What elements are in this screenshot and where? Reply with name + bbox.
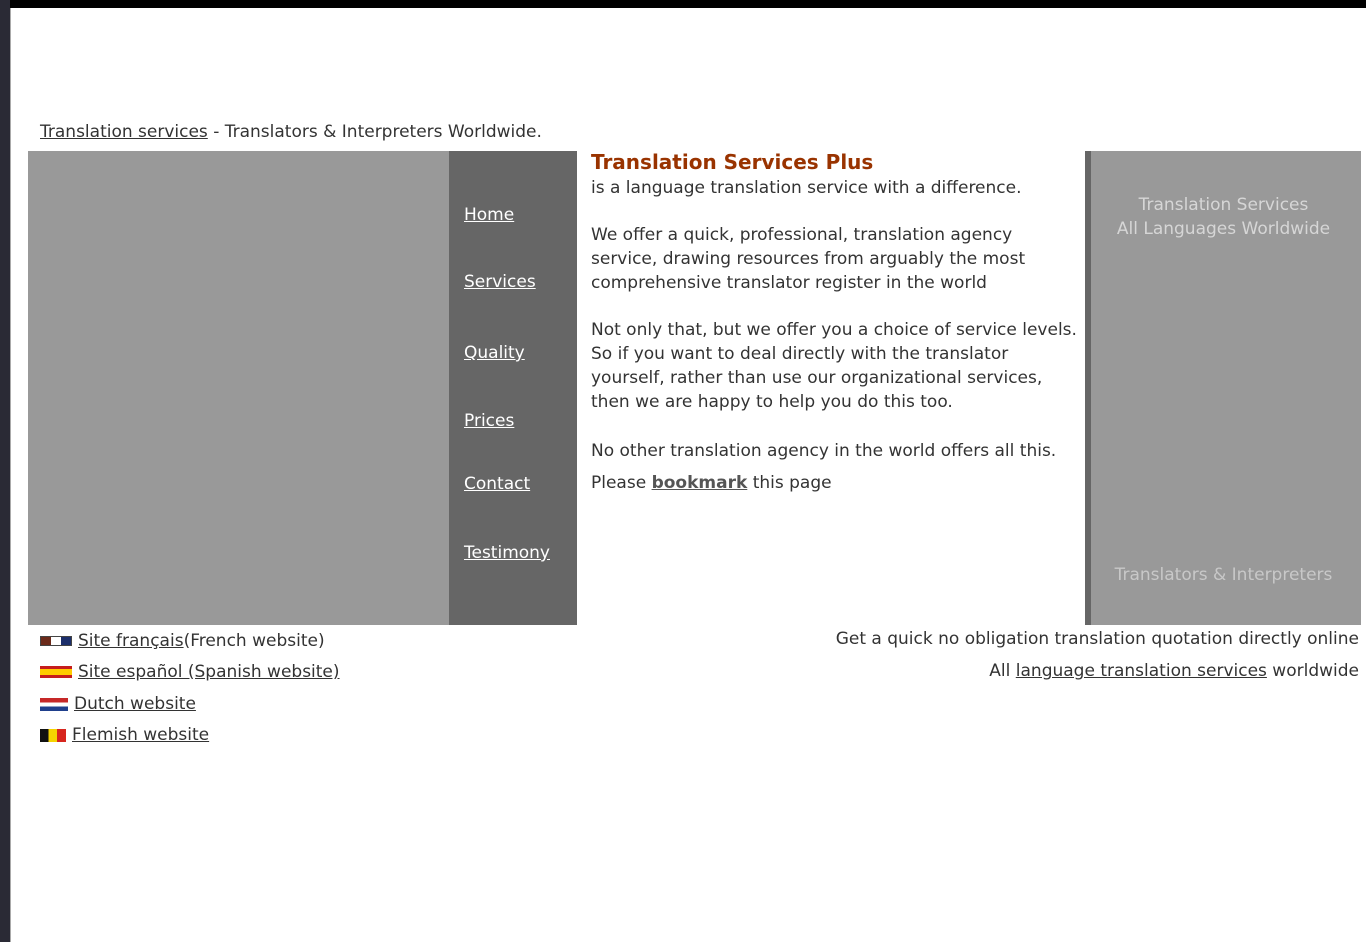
language-item-flemish: Flemish website (40, 725, 209, 745)
flag-netherlands-icon (40, 697, 68, 711)
left-banner-panel (28, 151, 449, 625)
tagline-text: - Translators & Interpreters Worldwide. (207, 122, 542, 142)
flag-belgium-icon (40, 728, 66, 742)
side-panel-heading: Translation Services All Languages World… (1091, 193, 1356, 241)
nav-services[interactable]: Services (464, 272, 536, 292)
side-panel-bottom: Translators & Interpreters (1114, 565, 1333, 585)
window-top-border (0, 0, 1366, 8)
intro-text: is a language translation service with a… (591, 178, 1022, 198)
bookmark-link[interactable]: bookmark (652, 473, 748, 493)
language-item-french: Site français (French website) (40, 631, 325, 651)
bookmark-pre: Please (591, 473, 652, 493)
window-left-border (0, 0, 11, 942)
page-title: Translation Services Plus (591, 150, 874, 174)
translation-services-link[interactable]: Translation services (40, 122, 208, 142)
quotation-text: Get a quick no obligation translation qu… (835, 629, 1359, 649)
dutch-site-link[interactable]: Dutch website (74, 694, 196, 714)
language-item-spanish: Site español (Spanish website) (40, 662, 340, 682)
flag-france-icon (40, 636, 72, 646)
spanish-site-link[interactable]: Site español (Spanish website) (78, 662, 340, 682)
flag-spain-icon (40, 666, 72, 678)
services-pre: All (989, 661, 1016, 681)
right-side-panel: Translation Services All Languages World… (1091, 151, 1361, 625)
bookmark-post: this page (747, 473, 832, 493)
nav-home[interactable]: Home (464, 205, 514, 225)
french-site-link[interactable]: Site français (78, 631, 184, 651)
french-note: (French website) (183, 631, 325, 651)
side-panel-line2: All Languages Worldwide (1116, 219, 1331, 239)
main-nav: Home Services Quality Prices Contact Tes… (449, 151, 577, 625)
nav-testimony[interactable]: Testimony (464, 543, 550, 563)
header-tagline: Translation services - Translators & Int… (40, 122, 542, 142)
language-item-dutch: Dutch website (40, 694, 196, 714)
side-panel-line1: Translation Services (1138, 195, 1309, 215)
nav-contact[interactable]: Contact (464, 474, 530, 494)
flemish-site-link[interactable]: Flemish website (72, 725, 209, 745)
paragraph-service-levels: Not only that, but we offer you a choice… (591, 320, 1077, 412)
paragraph-no-other: No other translation agency in the world… (591, 441, 1057, 461)
services-post: worldwide (1266, 661, 1359, 681)
nav-prices[interactable]: Prices (464, 411, 514, 431)
services-worldwide-line: All language translation services worldw… (989, 661, 1359, 681)
bookmark-line: Please bookmark this page (591, 471, 1081, 495)
language-translation-services-link[interactable]: language translation services (1016, 661, 1267, 681)
nav-quality[interactable]: Quality (464, 343, 525, 363)
paragraph-offer: We offer a quick, professional, translat… (591, 225, 1026, 293)
